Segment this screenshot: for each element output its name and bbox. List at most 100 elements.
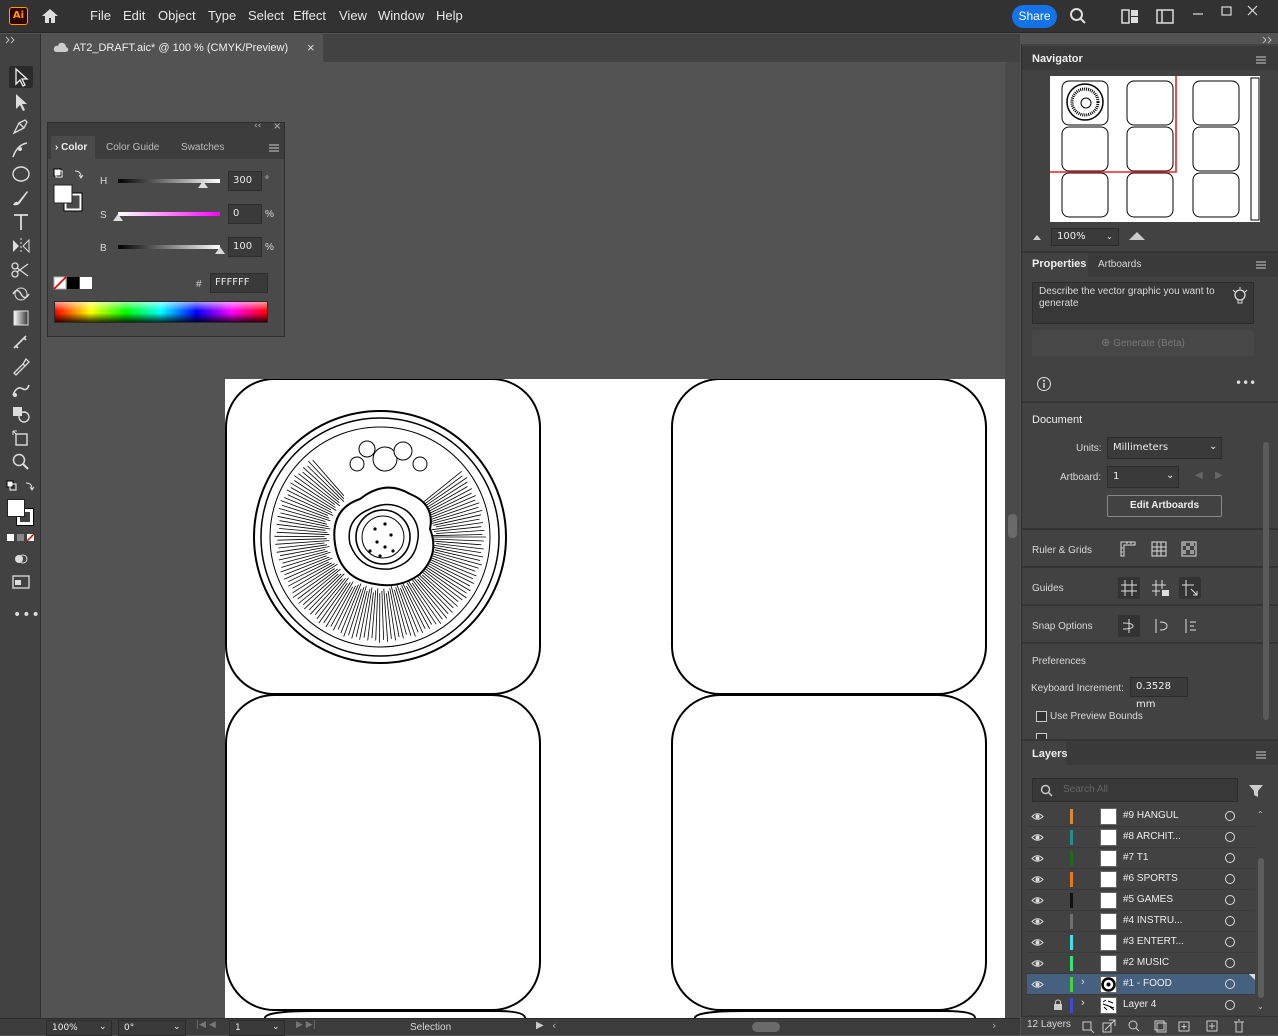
visibility-eye-icon[interactable]: [1031, 936, 1044, 949]
first-artboard-icon[interactable]: |◀ ◀: [196, 1020, 216, 1030]
edit-artboards-button[interactable]: Edit Artboards: [1107, 495, 1222, 517]
layer-row[interactable]: ›Layer 4: [1027, 995, 1255, 1016]
layers-scrollbar[interactable]: ⌃ ⌄: [1256, 810, 1266, 1018]
fill-stroke-swatch[interactable]: [7, 499, 35, 527]
b-slider[interactable]: [118, 245, 220, 249]
layer-target-icon[interactable]: [1225, 811, 1235, 821]
next-artboard-icon[interactable]: ▶: [1215, 470, 1223, 481]
close-document-icon[interactable]: ×: [307, 34, 315, 62]
show-guides-button[interactable]: [1118, 577, 1140, 599]
layer-target-icon[interactable]: [1225, 979, 1235, 989]
bibimbap-illustration[interactable]: [254, 411, 506, 663]
layer-target-icon[interactable]: [1225, 916, 1235, 926]
sticker-frame-3[interactable]: [226, 695, 540, 1010]
menu-window[interactable]: Window: [378, 8, 424, 23]
visibility-eye-icon[interactable]: [1031, 831, 1044, 844]
s-slider[interactable]: [118, 212, 220, 216]
smart-guides-button[interactable]: [1179, 577, 1201, 599]
lock-guides-icon[interactable]: [1150, 579, 1170, 597]
artboard[interactable]: [225, 379, 1005, 1018]
navigator-zoom-field[interactable]: 100%⌄: [1051, 228, 1119, 246]
b-slider-handle[interactable]: [215, 247, 225, 254]
ruler-icon[interactable]: [1120, 541, 1136, 557]
lock-icon[interactable]: [1053, 999, 1063, 1011]
curvature-tool[interactable]: [9, 139, 33, 161]
properties-scrollbar[interactable]: [1263, 442, 1269, 720]
menu-view[interactable]: View: [339, 8, 367, 23]
lightbulb-icon[interactable]: [1231, 287, 1249, 307]
color-fill-stroke-icon[interactable]: [53, 168, 87, 216]
default-swap-colors-icon[interactable]: [6, 479, 36, 493]
tab-artboards[interactable]: Artboards: [1098, 259, 1141, 270]
visibility-eye-icon[interactable]: [1031, 894, 1044, 907]
workspace-icon[interactable]: [1156, 9, 1174, 24]
visibility-eye-icon[interactable]: [1031, 852, 1044, 865]
selection-tool[interactable]: [9, 66, 33, 88]
panel-menu-icon[interactable]: [269, 144, 279, 152]
color-panel-titlebar[interactable]: ‹‹ ×: [48, 123, 284, 135]
visibility-eye-icon[interactable]: [1031, 957, 1044, 970]
hex-input[interactable]: FFFFFF: [210, 273, 268, 293]
tab-properties[interactable]: Properties: [1032, 258, 1086, 270]
artboard-tool[interactable]: [9, 427, 33, 449]
type-tool[interactable]: [9, 211, 33, 233]
use-preview-bounds-checkbox[interactable]: [1036, 711, 1047, 722]
layer-row[interactable]: #6 SPORTS: [1027, 869, 1255, 890]
status-zoom-dropdown[interactable]: 100%⌄: [46, 1020, 112, 1036]
mesh-tool[interactable]: [9, 331, 33, 353]
draw-mode-icon[interactable]: [13, 552, 29, 566]
close-panel-icon[interactable]: ×: [273, 121, 281, 132]
status-rotation-dropdown[interactable]: 0°⌄: [118, 1020, 186, 1036]
screen-mode-icon[interactable]: [12, 575, 30, 589]
snap-to-pixel-icon[interactable]: [1151, 617, 1169, 635]
visibility-eye-icon[interactable]: [1031, 915, 1044, 928]
zoom-tool[interactable]: [9, 451, 33, 473]
transparency-grid-icon[interactable]: [1181, 541, 1197, 557]
more-tools-icon[interactable]: •••: [13, 607, 41, 623]
status-menu-arrow-icon[interactable]: ▶: [536, 1020, 544, 1031]
vertical-scroll-thumb[interactable]: [1008, 514, 1017, 538]
layer-target-icon[interactable]: [1225, 853, 1235, 863]
grid-icon[interactable]: [1151, 541, 1167, 557]
scroll-left-icon[interactable]: ‹: [552, 1019, 556, 1032]
horizontal-scroll-thumb[interactable]: [752, 1022, 780, 1032]
search-icon[interactable]: [1069, 7, 1087, 25]
ellipse-tool[interactable]: [9, 163, 33, 185]
layer-target-icon[interactable]: [1225, 958, 1235, 968]
last-artboard-icon[interactable]: ▶ ▶|: [296, 1020, 316, 1030]
document-tab[interactable]: AT2_DRAFT.aic* @ 100 % (CMYK/Preview) ×: [45, 34, 323, 62]
eyedropper-tool[interactable]: [9, 355, 33, 377]
menu-help[interactable]: Help: [436, 8, 463, 23]
menu-file[interactable]: File: [90, 8, 111, 23]
paintbrush-tool[interactable]: [9, 187, 33, 209]
s-slider-handle[interactable]: [113, 214, 123, 221]
properties-menu-icon[interactable]: [1256, 261, 1266, 269]
prev-artboard-icon[interactable]: ◀: [1195, 470, 1203, 481]
warp-tool[interactable]: [9, 283, 33, 305]
layer-footer-icons[interactable]: [1081, 1019, 1271, 1033]
arrange-documents-icon[interactable]: [1121, 9, 1139, 24]
menu-select[interactable]: Select: [248, 8, 284, 23]
color-spectrum[interactable]: [54, 301, 268, 323]
expand-layer-chevron-icon[interactable]: ›: [1081, 976, 1085, 988]
gradient-tool[interactable]: [9, 307, 33, 329]
b-input[interactable]: 100: [228, 237, 262, 257]
layers-menu-icon[interactable]: [1256, 751, 1266, 759]
scissors-tool[interactable]: [9, 259, 33, 281]
h-input[interactable]: 300: [228, 171, 262, 191]
layer-target-icon[interactable]: [1225, 1000, 1235, 1010]
tab-swatches[interactable]: Swatches: [181, 142, 224, 153]
navigator-preview[interactable]: [1050, 76, 1260, 222]
layer-target-icon[interactable]: [1225, 832, 1235, 842]
menu-effect[interactable]: Effect: [293, 8, 326, 23]
none-black-white-swatches[interactable]: [53, 276, 93, 290]
tab-color-guide[interactable]: Color Guide: [106, 142, 159, 153]
collapse-dock-icon[interactable]: [1262, 36, 1274, 44]
layer-row[interactable]: #2 MUSIC: [1027, 953, 1255, 974]
collapse-toolbar-icon[interactable]: [5, 36, 17, 44]
units-dropdown[interactable]: Millimeters⌄: [1107, 437, 1222, 459]
visibility-eye-icon[interactable]: [1031, 873, 1044, 886]
layer-row[interactable]: #3 ENTERT...: [1027, 932, 1255, 953]
info-icon[interactable]: [1036, 376, 1052, 392]
filter-icon[interactable]: [1248, 783, 1264, 799]
